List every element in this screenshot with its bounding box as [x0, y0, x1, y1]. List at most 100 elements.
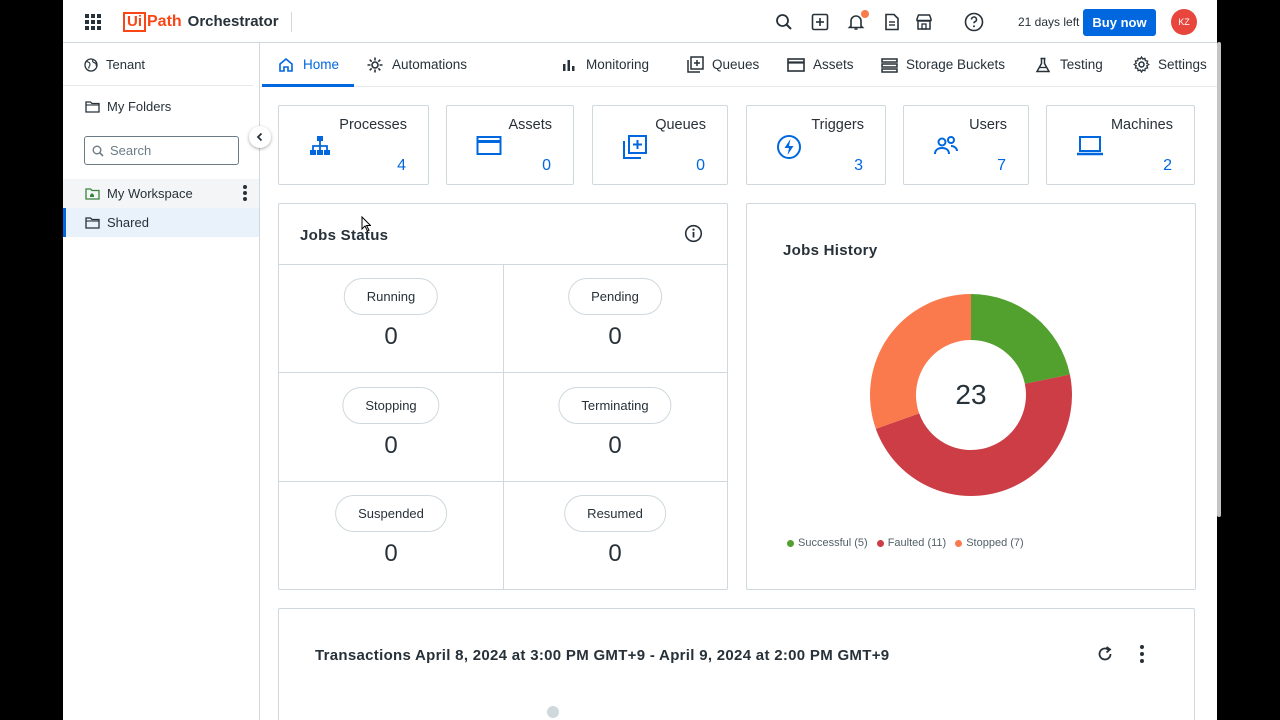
home-icon — [277, 56, 295, 74]
app-launcher-icon[interactable] — [85, 14, 101, 30]
queues-icon — [622, 134, 648, 160]
card-value: 4 — [397, 157, 406, 174]
folder-sidebar: Tenant My Folders Search My Workspace Sh… — [63, 43, 260, 720]
status-cell-suspended: Suspended 0 — [279, 481, 503, 590]
tab-label: Home — [303, 57, 340, 72]
notifications-bell-icon[interactable] — [845, 10, 869, 33]
status-chip[interactable]: Terminating — [558, 387, 672, 424]
panel-title: Jobs Status — [300, 227, 389, 244]
status-chip[interactable]: Stopping — [342, 387, 440, 424]
legend-label: Successful (5) — [798, 537, 868, 549]
users-card[interactable]: Users 7 — [903, 105, 1029, 185]
tab-testing[interactable]: Testing — [1034, 43, 1103, 86]
donut-slice-successful[interactable] — [971, 294, 1070, 384]
triggers-icon — [776, 134, 802, 160]
card-title: Processes — [339, 117, 407, 133]
tab-settings[interactable]: Settings — [1132, 43, 1207, 86]
tab-storage-buckets[interactable]: Storage Buckets — [880, 43, 1005, 86]
status-count: 0 — [608, 540, 622, 567]
queues-card[interactable]: Queues 0 — [592, 105, 728, 185]
tab-monitoring[interactable]: Monitoring — [562, 43, 649, 86]
card-value: 0 — [542, 157, 551, 174]
chart-legend: Successful (5) Faulted (11) Stopped (7) — [787, 537, 1033, 549]
users-icon — [933, 134, 959, 160]
marketplace-icon[interactable] — [913, 11, 935, 33]
testing-flask-icon — [1034, 56, 1052, 74]
trial-remaining-text: 21 days left — [1018, 15, 1080, 29]
add-icon[interactable] — [809, 11, 831, 33]
assets-card[interactable]: Assets 0 — [446, 105, 574, 185]
tab-label: Monitoring — [586, 57, 650, 72]
more-options-icon[interactable] — [1138, 645, 1146, 663]
my-folders-item[interactable]: My Folders — [63, 92, 259, 121]
legend-item-faulted[interactable]: Faulted (11) — [876, 537, 946, 549]
card-title: Machines — [1110, 117, 1173, 133]
notification-badge — [861, 10, 869, 18]
legend-item-stopped[interactable]: Stopped (7) — [955, 537, 1024, 549]
logo-wordmark: Path — [147, 12, 182, 30]
help-icon[interactable] — [963, 11, 985, 33]
search-icon[interactable] — [773, 11, 795, 33]
card-value: 0 — [696, 157, 705, 174]
status-chip[interactable]: Pending — [568, 278, 662, 315]
sidebar-item-label: Shared — [107, 215, 149, 230]
page-scrollbar[interactable] — [1217, 42, 1221, 517]
donut-center-total: 23 — [955, 379, 986, 410]
buy-now-button[interactable]: Buy now — [1083, 9, 1156, 36]
status-count: 0 — [384, 540, 398, 567]
document-icon[interactable] — [881, 11, 903, 33]
tenant-label: Tenant — [106, 57, 146, 72]
separator — [63, 85, 253, 86]
machines-card[interactable]: Machines 2 — [1046, 105, 1195, 185]
status-count: 0 — [384, 323, 398, 350]
status-count: 0 — [608, 432, 622, 459]
tab-label: Storage Buckets — [906, 57, 1006, 72]
queues-icon — [686, 56, 704, 74]
folder-search-input[interactable]: Search — [84, 136, 239, 165]
mouse-cursor-icon — [361, 216, 371, 232]
panel-title: Jobs History — [783, 242, 878, 259]
processes-card[interactable]: Processes 4 — [278, 105, 429, 185]
tab-queues[interactable]: Queues — [686, 43, 759, 86]
divider — [291, 12, 292, 32]
transactions-panel: Transactions April 8, 2024 at 3:00 PM GM… — [278, 608, 1195, 720]
tab-home[interactable]: Home — [261, 43, 355, 87]
card-title: Users — [969, 117, 1007, 133]
legend-swatch — [876, 539, 884, 547]
my-folders-label: My Folders — [107, 99, 172, 114]
jobs-history-panel: Jobs History 23 Successful (5) Faulted (… — [746, 203, 1196, 590]
uipath-logo[interactable]: Ui Path Orchestrator — [123, 11, 279, 32]
sidebar-item-label: My Workspace — [107, 186, 193, 201]
workspace-folder-icon — [85, 186, 101, 202]
machines-laptop-icon — [1076, 134, 1103, 160]
collapse-sidebar-chevron-icon[interactable] — [249, 126, 271, 148]
search-placeholder: Search — [110, 143, 152, 158]
card-value: 2 — [1163, 157, 1172, 174]
card-title: Triggers — [811, 117, 864, 133]
storage-icon — [880, 56, 898, 74]
tab-automations[interactable]: Automations — [366, 43, 467, 86]
card-title: Assets — [508, 117, 552, 133]
more-options-icon[interactable] — [241, 185, 249, 201]
legend-item-successful[interactable]: Successful (5) — [787, 537, 868, 549]
tenant-item[interactable]: Tenant — [63, 50, 259, 79]
status-cell-pending: Pending 0 — [503, 264, 727, 373]
tab-assets[interactable]: Assets — [787, 43, 854, 86]
info-icon[interactable] — [684, 224, 704, 244]
assets-icon — [787, 56, 805, 74]
tab-label: Settings — [1158, 57, 1207, 72]
user-avatar[interactable]: KZ — [1171, 9, 1197, 35]
assets-icon — [476, 134, 502, 160]
tab-label: Testing — [1060, 57, 1103, 72]
main-nav-tabs: Home Automations Monitoring Queues Asset… — [260, 43, 1217, 87]
status-chip[interactable]: Suspended — [335, 495, 447, 532]
globe-icon — [84, 57, 100, 73]
sidebar-item-my-workspace[interactable]: My Workspace — [63, 179, 259, 208]
refresh-icon[interactable] — [1096, 645, 1116, 665]
tab-label: Automations — [392, 57, 468, 72]
triggers-card[interactable]: Triggers 3 — [746, 105, 886, 185]
status-chip[interactable]: Running — [343, 278, 439, 315]
status-cell-running: Running 0 — [279, 264, 503, 373]
status-chip[interactable]: Resumed — [564, 495, 666, 532]
sidebar-item-shared[interactable]: Shared — [63, 208, 259, 237]
